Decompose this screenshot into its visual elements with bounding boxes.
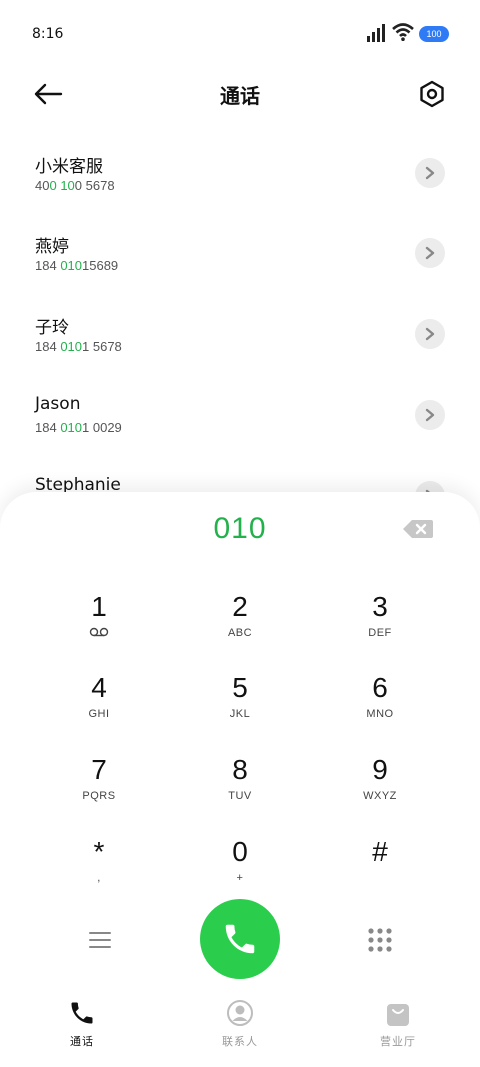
wifi-icon (392, 23, 414, 41)
key-letters: , (97, 872, 101, 884)
key-digit: 8 (232, 754, 248, 785)
key-letters: MNO (366, 708, 394, 720)
settings-button[interactable] (414, 76, 450, 112)
hamburger-icon (89, 932, 111, 948)
contact-row[interactable]: 子玲 184 0101 5678 (0, 301, 480, 381)
dial-key-7[interactable]: 7 PQRS (44, 752, 154, 824)
key-digit: 0 (232, 836, 248, 867)
contact-number: 184 0101 5678 (35, 339, 122, 354)
key-letters: PQRS (82, 790, 116, 802)
key-letters: TUV (228, 790, 252, 802)
dial-key-star[interactable]: * , (44, 834, 154, 906)
key-letters: GHI (88, 708, 110, 720)
gear-icon (420, 80, 444, 108)
tab-contacts[interactable]: 联系人 (190, 995, 290, 1055)
key-letters: DEF (368, 627, 392, 639)
chevron-right-icon (425, 408, 435, 422)
dial-key-6[interactable]: 6 MNO (325, 670, 435, 742)
bottom-nav: 通话 联系人 营业厅 (0, 995, 480, 1067)
contact-detail-button[interactable] (415, 319, 445, 349)
header: 通话 (0, 70, 480, 120)
voicemail-icon (44, 627, 154, 641)
key-digit: 5 (232, 672, 248, 703)
dialpad-icon (368, 928, 392, 952)
contact-detail-button[interactable] (415, 400, 445, 430)
chevron-right-icon (425, 166, 435, 180)
tab-calls[interactable]: 通话 (32, 995, 132, 1055)
dial-key-0[interactable]: 0 + (185, 834, 295, 906)
key-letters: ABC (227, 627, 253, 639)
key-digit: 2 (232, 591, 248, 622)
key-digit: # (372, 836, 388, 867)
contact-name: Jason (35, 394, 81, 414)
contact-row[interactable]: 燕婷 184 01015689 (0, 220, 480, 300)
dial-key-8[interactable]: 8 TUV (185, 752, 295, 824)
key-digit: 1 (91, 591, 107, 622)
bag-icon (387, 1004, 409, 1026)
dial-key-3[interactable]: 3 DEF (325, 589, 435, 661)
tab-label: 通话 (70, 1035, 94, 1048)
key-digit: 6 (372, 672, 388, 703)
key-letters: JKL (229, 708, 251, 720)
contact-icon (227, 1000, 253, 1026)
contact-number: 184 01015689 (35, 258, 119, 273)
contact-detail-button[interactable] (415, 238, 445, 268)
battery-indicator: 100 (419, 26, 449, 42)
key-letters: WXYZ (363, 790, 397, 802)
contact-name: 小米客服 (35, 157, 103, 177)
contact-row[interactable]: 小米客服 400 100 5678 (0, 140, 480, 220)
contact-row[interactable]: Jason 184 0101 0029 (0, 382, 480, 462)
phone-icon (225, 924, 255, 954)
key-letters: + (236, 872, 244, 884)
contact-number: 400 100 5678 (35, 178, 115, 193)
status-bar: 8:16 100 (0, 0, 480, 70)
phone-icon (71, 1002, 93, 1024)
chevron-right-icon (425, 327, 435, 341)
tab-label: 营业厅 (380, 1035, 416, 1048)
key-digit: * (93, 836, 105, 867)
call-button[interactable] (200, 899, 280, 979)
contact-detail-button[interactable] (415, 158, 445, 188)
contact-name: 子玲 (35, 318, 69, 338)
contact-number: 184 0101 0029 (35, 420, 122, 435)
page-title: 通话 (220, 84, 260, 108)
backspace-icon[interactable] (402, 518, 434, 540)
dial-key-2[interactable]: 2 ABC (185, 589, 295, 661)
key-digit: 3 (372, 591, 388, 622)
signal-icon (367, 24, 385, 42)
tab-service-hall[interactable]: 营业厅 (348, 995, 448, 1055)
dialpad-sheet: 010 1 2 ABC 3 DEF 4 GHI 5 JKL 6 MNO 7 PQ… (0, 492, 480, 1067)
key-digit: 9 (372, 754, 388, 785)
chevron-right-icon (425, 246, 435, 260)
status-time: 8:16 (32, 26, 64, 42)
dial-key-hash[interactable]: # (325, 834, 435, 906)
dial-key-1[interactable]: 1 (44, 589, 154, 661)
key-digit: 7 (91, 754, 107, 785)
key-digit: 4 (91, 672, 107, 703)
contact-name: 燕婷 (35, 237, 69, 257)
key-letters (325, 872, 435, 886)
contact-list: 小米客服 400 100 5678 燕婷 184 01015689 子玲 184… (0, 140, 480, 510)
dial-key-9[interactable]: 9 WXYZ (325, 752, 435, 824)
menu-button[interactable] (80, 920, 120, 960)
tab-label: 联系人 (222, 1035, 258, 1048)
dial-key-4[interactable]: 4 GHI (44, 670, 154, 742)
dialpad-toggle-button[interactable] (360, 920, 400, 960)
dial-key-5[interactable]: 5 JKL (185, 670, 295, 742)
